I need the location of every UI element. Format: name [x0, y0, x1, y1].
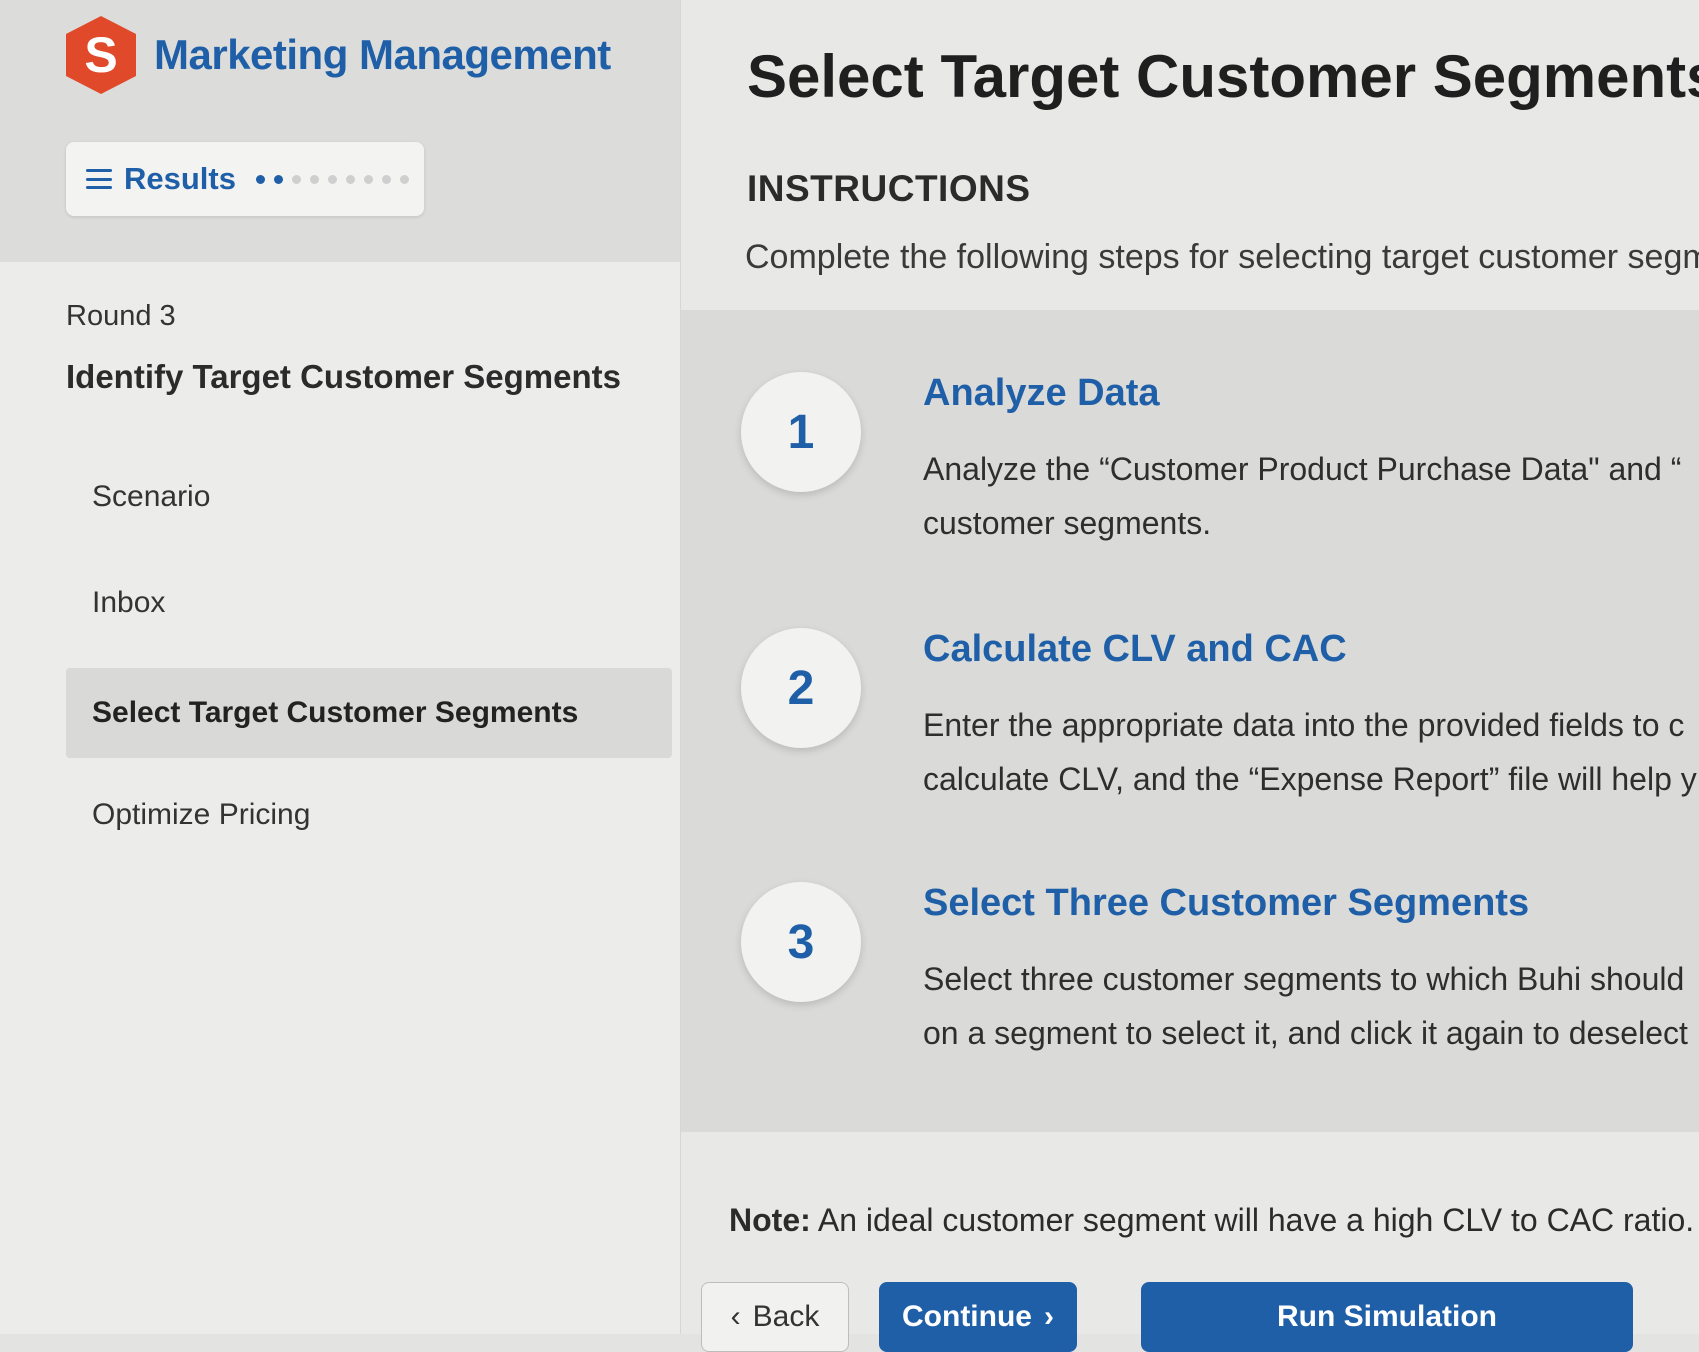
main-content: Select Target Customer Segments INSTRUCT… — [681, 0, 1699, 1352]
step-description-line: on a segment to select it, and click it … — [923, 1015, 1688, 1051]
app-name: Marketing Management — [154, 31, 611, 78]
step-description-line: Analyze the “Customer Product Purchase D… — [923, 451, 1682, 487]
app-logo-icon: S — [66, 16, 136, 94]
round-label: Round 3 — [66, 300, 176, 332]
brand: S Marketing Management — [64, 14, 611, 96]
progress-dot — [381, 174, 391, 184]
step-description: Enter the appropriate data into the prov… — [923, 698, 1697, 806]
sidebar-item-optimize-pricing[interactable]: Optimize Pricing — [66, 770, 672, 860]
step-description-line: customer segments. — [923, 505, 1212, 541]
results-label: Results — [124, 161, 236, 196]
sidebar: S Marketing Management Results Round 3 I… — [0, 0, 681, 1334]
sidebar-item-label: Scenario — [92, 480, 211, 513]
continue-button[interactable]: Continue › — [879, 1282, 1077, 1352]
svg-text:S: S — [84, 27, 117, 83]
footer-buttons: ‹ Back Continue › Run Simulation — [701, 1282, 1633, 1352]
sidebar-item-label: Optimize Pricing — [92, 798, 311, 831]
sidebar-item-inbox[interactable]: Inbox — [66, 558, 672, 648]
results-button[interactable]: Results — [66, 142, 424, 216]
note-text: Note: An ideal customer segment will hav… — [729, 1202, 1694, 1239]
progress-dot — [255, 174, 265, 184]
page-title: Select Target Customer Segments — [747, 43, 1699, 110]
sidebar-item-scenario[interactable]: Scenario — [66, 452, 672, 542]
instructions-text: Complete the following steps for selecti… — [745, 238, 1699, 276]
back-button[interactable]: ‹ Back — [701, 1282, 849, 1352]
step-description-line: calculate CLV, and the “Expense Report” … — [923, 761, 1697, 797]
chevron-left-icon: ‹ — [730, 1300, 741, 1333]
chevron-right-icon: › — [1043, 1300, 1054, 1333]
sidebar-item-label: Select Target Customer Segments — [92, 696, 579, 729]
note-body: An ideal customer segment will have a hi… — [810, 1202, 1695, 1238]
back-label: Back — [752, 1300, 820, 1333]
sidebar-header: S Marketing Management Results — [0, 0, 680, 262]
progress-dot — [273, 174, 283, 184]
run-simulation-button[interactable]: Run Simulation — [1141, 1282, 1633, 1352]
hamburger-menu-icon — [86, 169, 112, 189]
progress-dot — [291, 174, 301, 184]
sidebar-item-label: Inbox — [92, 586, 166, 619]
step-title: Select Three Customer Segments — [923, 882, 1530, 924]
progress-dot — [345, 174, 355, 184]
step-description-line: Select three customer segments to which … — [923, 961, 1685, 997]
progress-dot — [363, 174, 373, 184]
step-number-badge: 2 — [741, 628, 861, 748]
step-title: Calculate CLV and CAC — [923, 628, 1347, 670]
steps-panel: 1 Analyze Data Analyze the “Customer Pro… — [681, 310, 1699, 1132]
sidebar-item-select-target-customer-segments[interactable]: Select Target Customer Segments — [66, 668, 672, 758]
note-label: Note: — [729, 1202, 811, 1238]
progress-dots — [255, 174, 409, 184]
instructions-heading: INSTRUCTIONS — [747, 168, 1031, 209]
run-simulation-label: Run Simulation — [1277, 1300, 1497, 1333]
progress-dot — [399, 174, 409, 184]
progress-dot — [309, 174, 319, 184]
step-number-badge: 1 — [741, 372, 861, 492]
step-description: Analyze the “Customer Product Purchase D… — [923, 442, 1681, 550]
progress-dot — [327, 174, 337, 184]
step-description: Select three customer segments to which … — [923, 952, 1688, 1060]
section-title: Identify Target Customer Segments — [66, 358, 621, 395]
step-number-badge: 3 — [741, 882, 861, 1002]
step-description-line: Enter the appropriate data into the prov… — [923, 707, 1685, 743]
step-title: Analyze Data — [923, 372, 1160, 414]
continue-label: Continue — [902, 1300, 1032, 1333]
